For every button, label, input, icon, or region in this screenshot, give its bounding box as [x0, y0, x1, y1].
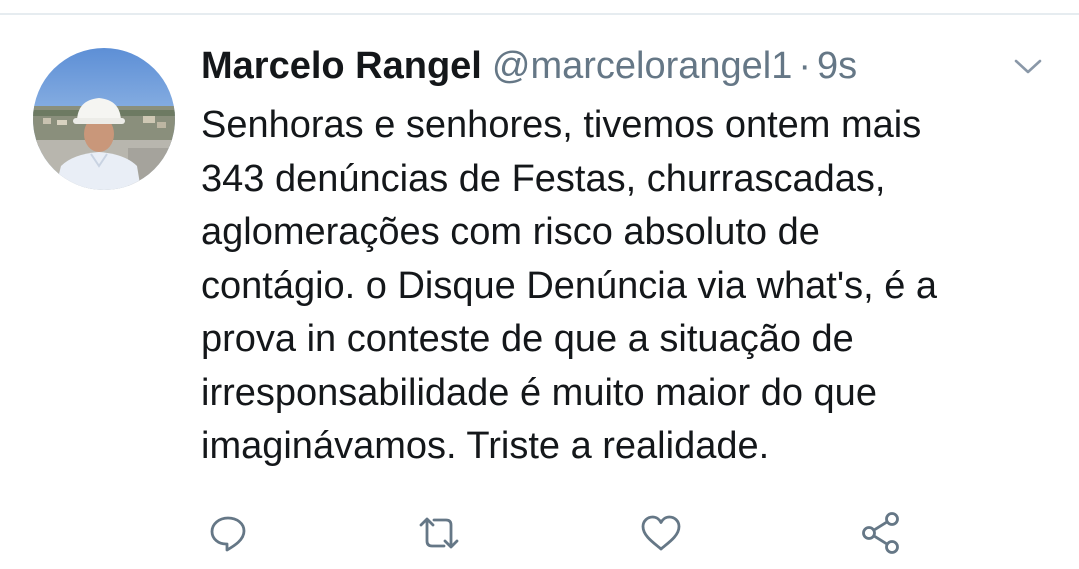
tweet-header: Marcelo Rangel @marcelorangel1 · 9s [201, 43, 857, 89]
tweet-text-line: aglomerações com risco absoluto de [201, 211, 820, 253]
tweet-text-line: imaginávamos. Triste a realidade. [201, 425, 770, 467]
reply-icon [210, 516, 246, 552]
share-icon [862, 512, 899, 554]
tweet-actions [0, 508, 1079, 558]
heart-icon [641, 515, 681, 551]
tweet-text-line: irresponsabilidade é muito maior do que [201, 371, 877, 414]
share-button[interactable] [855, 508, 907, 558]
display-name[interactable]: Marcelo Rangel [201, 45, 482, 87]
timestamp[interactable]: 9s [817, 45, 857, 87]
reply-button[interactable] [202, 508, 254, 558]
separator-dot: · [798, 45, 812, 87]
tweet-text-line: prova in conteste de que a situação de [201, 318, 854, 360]
tweet-text-line: 343 denúncias de Festas, churrascadas, [201, 157, 886, 200]
avatar-photo [33, 48, 175, 190]
like-button[interactable] [635, 508, 687, 558]
chevron-down-icon[interactable] [1010, 51, 1046, 81]
user-handle[interactable]: @marcelorangel1 [492, 45, 793, 87]
avatar[interactable] [33, 48, 175, 190]
tweet-text-line: Senhoras e senhores, tivemos ontem mais [201, 104, 922, 146]
tweet-text: Senhoras e senhores, tivemos ontem mais … [201, 99, 1061, 474]
tweet-card[interactable]: Marcelo Rangel @marcelorangel1 · 9s Senhora… [0, 13, 1079, 569]
tweet-text-line: contágio. o Disque Denúncia via what's, … [201, 264, 938, 307]
retweet-button[interactable] [413, 508, 465, 558]
retweet-icon [419, 517, 459, 549]
